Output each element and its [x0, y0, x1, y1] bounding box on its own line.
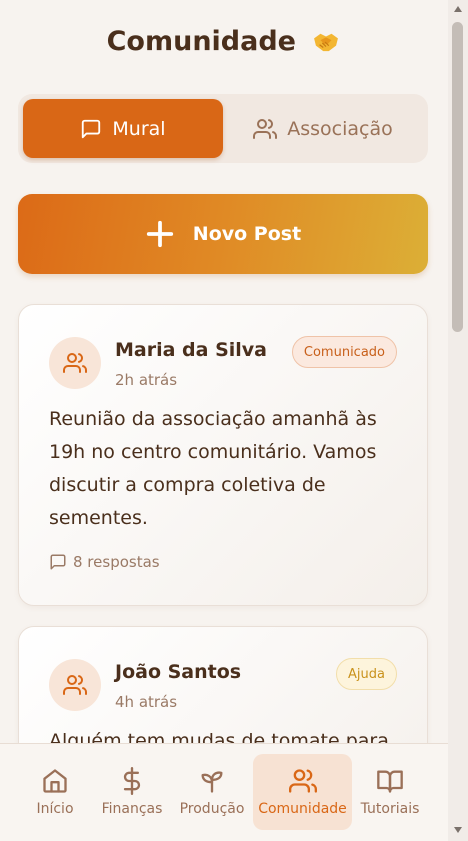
- nav-label: Tutoriais: [360, 801, 420, 817]
- tab-associacao[interactable]: Associação: [223, 99, 423, 158]
- scroll-down-arrow-icon[interactable]: [452, 825, 464, 835]
- avatar: [49, 659, 101, 711]
- nav-tutoriais[interactable]: Tutoriais: [356, 754, 424, 830]
- bottom-nav: Início Finanças Produção Comunidade Tuto…: [0, 743, 448, 841]
- replies-count: 8 respostas: [73, 553, 160, 571]
- post-body: Reunião da associação amanhã às 19h no c…: [49, 408, 377, 529]
- plus-icon: [146, 220, 173, 248]
- nav-inicio[interactable]: Início: [12, 754, 98, 830]
- post-badge: Ajuda: [336, 658, 397, 690]
- nav-label: Comunidade: [258, 801, 347, 817]
- scrollbar-thumb[interactable]: [452, 22, 463, 332]
- post-card[interactable]: Maria da Silva 2h atrás Comunicado Reuni…: [18, 304, 428, 606]
- chat-bubble-icon: [50, 554, 66, 570]
- post-time: 4h atrás: [115, 693, 178, 711]
- avatar: [49, 337, 101, 389]
- scroll-up-arrow-icon[interactable]: [452, 4, 464, 14]
- nav-label: Produção: [179, 801, 245, 817]
- post-badge: Comunicado: [291, 336, 397, 368]
- users-icon: [288, 769, 317, 793]
- chat-bubble-icon: [82, 119, 101, 138]
- tab-label: Mural: [112, 117, 166, 140]
- post-author: Maria da Silva: [115, 339, 267, 361]
- nav-comunidade[interactable]: Comunidade: [253, 754, 352, 830]
- home-icon: [43, 769, 67, 793]
- nav-label: Início: [36, 801, 74, 817]
- app-screen: Comunidade Mural Associação Novo Post Ma…: [0, 0, 448, 841]
- nav-producao[interactable]: Produção: [174, 754, 250, 830]
- scrollbar[interactable]: [448, 0, 468, 841]
- page-header: Comunidade: [0, 26, 448, 57]
- nav-label: Finanças: [101, 801, 163, 817]
- sprout-icon: [201, 771, 223, 793]
- tab-mural[interactable]: Mural: [23, 99, 223, 158]
- post-time: 2h atrás: [115, 371, 178, 389]
- handshake-icon: [314, 33, 339, 52]
- tab-label: Associação: [287, 117, 393, 140]
- tab-bar: Mural Associação: [18, 94, 428, 163]
- dollar-icon: [123, 767, 141, 795]
- new-post-button[interactable]: Novo Post: [18, 194, 428, 274]
- users-icon: [253, 118, 278, 139]
- new-post-label: Novo Post: [192, 223, 302, 245]
- page-title: Comunidade: [106, 26, 296, 57]
- post-author: João Santos: [115, 661, 242, 683]
- replies-link[interactable]: 8 respostas: [49, 553, 160, 571]
- book-icon: [377, 770, 403, 793]
- users-icon: [63, 353, 87, 373]
- users-icon: [63, 675, 87, 695]
- nav-financas[interactable]: Finanças: [96, 754, 168, 830]
